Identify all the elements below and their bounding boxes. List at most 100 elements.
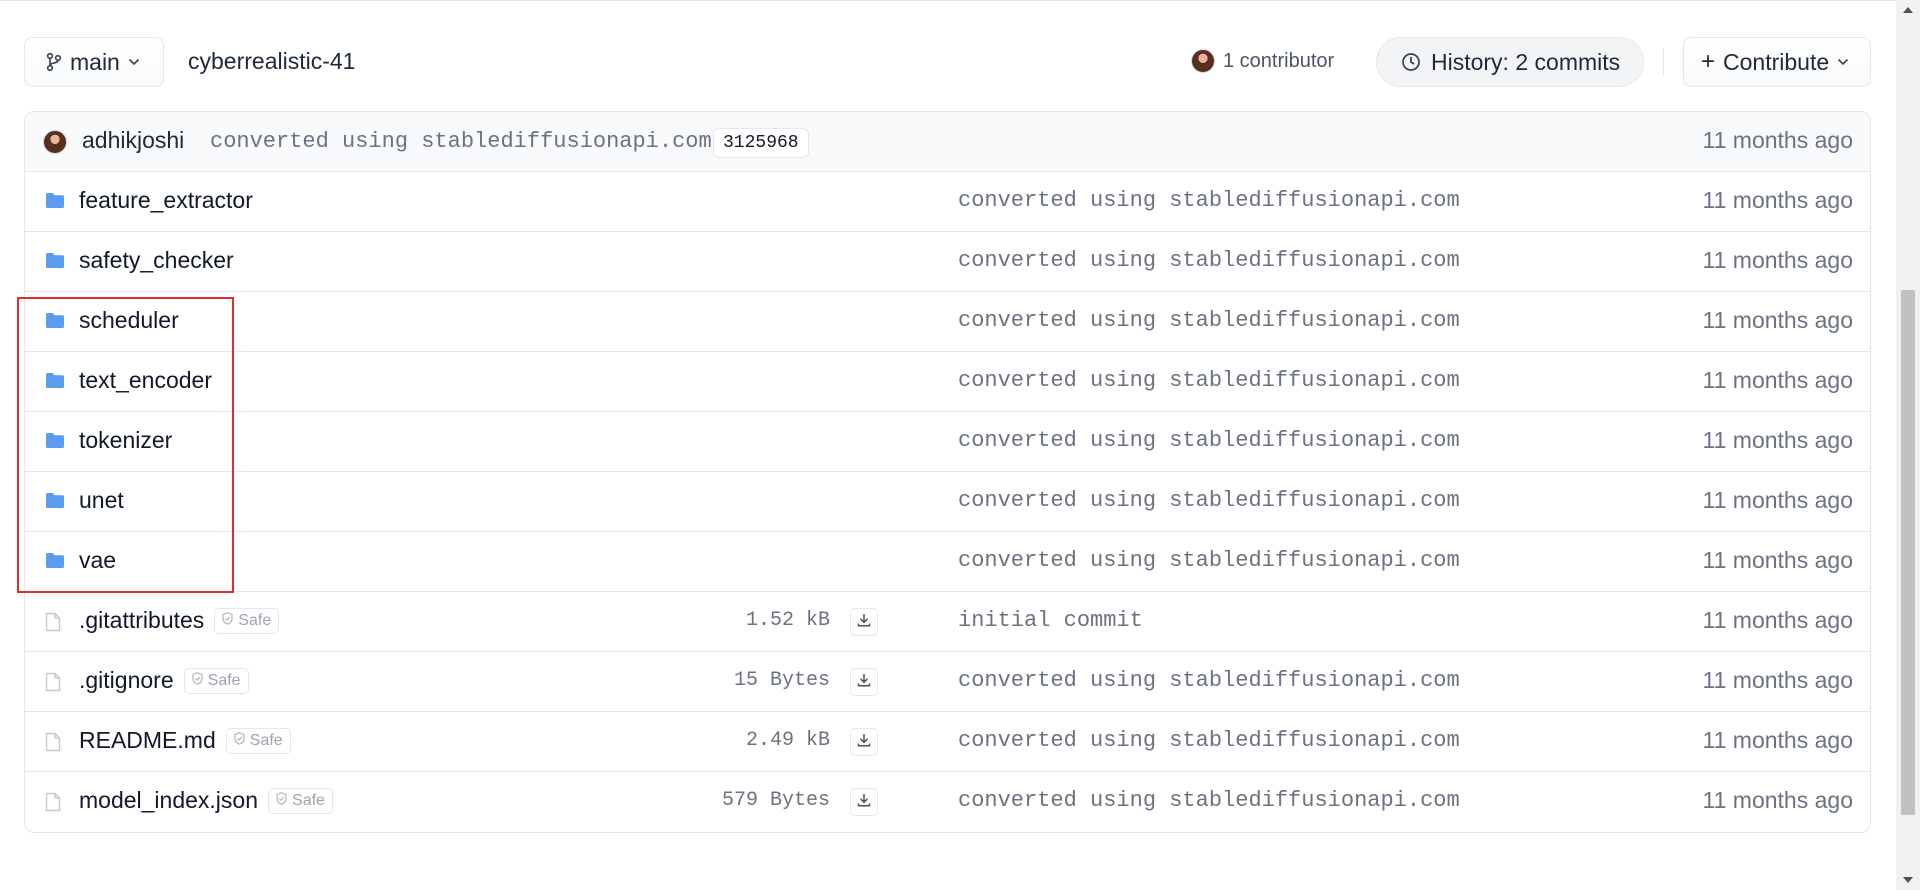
vertical-scrollbar[interactable] <box>1896 0 1920 890</box>
commit-message-link[interactable]: converted using stablediffusionapi.com <box>958 188 1460 213</box>
safe-badge-label: Safe <box>207 671 241 689</box>
download-button[interactable] <box>850 668 878 696</box>
commit-time: 11 months ago <box>1702 607 1853 633</box>
file-name-link[interactable]: tokenizer <box>79 427 172 454</box>
chevron-down-icon <box>1838 58 1849 66</box>
file-name-link[interactable]: scheduler <box>79 307 179 334</box>
contribute-label: Contribute <box>1723 48 1830 75</box>
commit-message-link[interactable]: converted using stablediffusionapi.com <box>958 728 1460 753</box>
file-name-link[interactable]: text_encoder <box>79 367 212 394</box>
file-name-cell: scheduler <box>79 307 179 334</box>
folder-row: vae converted using stablediffusionapi.co… <box>25 532 1870 592</box>
safe-badge[interactable]: Safe <box>225 727 291 754</box>
commit-time: 11 months ago <box>1702 127 1853 153</box>
file-size: 579 Bytes <box>721 789 830 812</box>
file-size: 2.49 kB <box>745 729 830 752</box>
commit-message-link[interactable]: converted using stablediffusionapi.com <box>958 548 1460 573</box>
folder-icon <box>45 372 65 394</box>
file-name-link[interactable]: unet <box>79 487 124 514</box>
branch-selector-button[interactable]: main <box>24 37 164 87</box>
file-row: README.md Safe 2.49 kB converted using stab… <box>25 712 1870 772</box>
folder-icon <box>45 192 65 214</box>
folder-row: text_encoder converted using stablediffus… <box>25 352 1870 412</box>
folder-row: scheduler converted using stablediffusion… <box>25 292 1870 352</box>
commit-time: 11 months ago <box>1702 667 1853 693</box>
folder-row: tokenizer converted using stablediffusion… <box>25 412 1870 472</box>
commit-message-link[interactable]: converted using stablediffusionapi.com <box>958 248 1460 273</box>
file-name-link[interactable]: .gitattributes <box>79 607 204 634</box>
top-divider <box>0 0 1896 1</box>
commit-author-link[interactable]: adhikjoshi <box>82 127 184 154</box>
history-button[interactable]: History: 2 commits <box>1376 37 1644 87</box>
author-avatar <box>43 130 67 154</box>
scrollbar-thumb[interactable] <box>1901 290 1915 815</box>
commit-message-link[interactable]: initial commit <box>958 608 1143 633</box>
file-name-cell: .gitignore Safe <box>79 667 249 694</box>
commit-message-link[interactable]: converted using stablediffusionapi.com <box>958 428 1460 453</box>
commit-message-link[interactable]: converted using stablediffusionapi.com <box>958 308 1460 333</box>
safe-badge[interactable]: Safe <box>214 607 280 634</box>
commit-message-link[interactable]: converted using stablediffusionapi.com <box>958 368 1460 393</box>
file-row: .gitignore Safe 15 Bytes converted using st… <box>25 652 1870 712</box>
commit-message-link[interactable]: converted using stablediffusionapi.com <box>958 788 1460 813</box>
commit-time: 11 months ago <box>1702 547 1853 573</box>
scroll-down-arrow-icon[interactable] <box>1896 870 1920 890</box>
folder-icon <box>45 492 65 514</box>
file-icon <box>45 672 61 697</box>
file-name-link[interactable]: feature_extractor <box>79 187 253 214</box>
download-button[interactable] <box>850 788 878 816</box>
file-name-link[interactable]: model_index.json <box>79 787 258 814</box>
file-size: 15 Bytes <box>733 669 830 692</box>
file-name-cell: tokenizer <box>79 427 172 454</box>
commit-message-link[interactable]: converted using stablediffusionapi.com <box>958 668 1460 693</box>
file-row: model_index.json Safe 579 Bytes converted u… <box>25 772 1870 832</box>
safe-badge[interactable]: Safe <box>268 787 333 814</box>
download-icon <box>857 613 871 632</box>
scroll-up-arrow-icon[interactable] <box>1896 0 1920 20</box>
file-name-cell: vae <box>79 547 116 574</box>
commit-time: 11 months ago <box>1702 787 1853 813</box>
file-name-cell: safety_checker <box>79 247 234 274</box>
file-icon <box>45 612 61 637</box>
contributor-avatar <box>1191 49 1215 73</box>
repo-name-label: cyberrealistic-41 <box>188 48 356 74</box>
chevron-down-icon <box>128 58 139 66</box>
file-name-cell: README.md Safe <box>79 727 291 754</box>
safe-badge-label: Safe <box>238 611 272 629</box>
commit-message-link[interactable]: converted using stablediffusionapi.com <box>958 488 1460 513</box>
contribute-button[interactable]: + Contribute <box>1683 37 1871 87</box>
download-button[interactable] <box>850 608 878 636</box>
download-icon <box>857 673 871 692</box>
file-name-cell: text_encoder <box>79 367 212 394</box>
shield-check-icon <box>276 791 287 810</box>
download-button[interactable] <box>850 728 878 756</box>
commit-time: 11 months ago <box>1702 307 1853 333</box>
plus-icon: + <box>1701 48 1716 75</box>
file-name-link[interactable]: vae <box>79 547 116 574</box>
shield-check-icon <box>222 611 233 630</box>
safe-badge[interactable]: Safe <box>183 667 249 694</box>
commit-message-link[interactable]: converted using stablediffusionapi.com <box>210 129 712 154</box>
download-icon <box>857 793 871 812</box>
file-row: .gitattributes Safe 1.52 kB initial commit 1… <box>25 592 1870 652</box>
file-size: 1.52 kB <box>745 609 830 632</box>
commit-hash-link[interactable]: 3125968 <box>713 128 809 158</box>
file-name-cell: unet <box>79 487 124 514</box>
file-name-link[interactable]: .gitignore <box>79 667 174 694</box>
commit-time: 11 months ago <box>1702 247 1853 273</box>
commit-time: 11 months ago <box>1702 727 1853 753</box>
folder-icon <box>45 552 65 574</box>
safe-badge-label: Safe <box>249 731 283 749</box>
clock-icon <box>1402 53 1420 71</box>
commit-time: 11 months ago <box>1702 487 1853 513</box>
file-name-cell: feature_extractor <box>79 187 253 214</box>
git-branch-icon <box>46 52 62 72</box>
history-label: History: 2 commits <box>1431 48 1621 75</box>
safe-badge-label: Safe <box>292 791 325 809</box>
file-name-cell: .gitattributes Safe <box>79 607 280 634</box>
file-name-link[interactable]: README.md <box>79 727 216 754</box>
contributors-link[interactable]: 1 contributor <box>1191 49 1334 73</box>
contributors-count: 1 contributor <box>1223 49 1335 72</box>
download-icon <box>857 733 871 752</box>
file-name-link[interactable]: safety_checker <box>79 247 234 274</box>
